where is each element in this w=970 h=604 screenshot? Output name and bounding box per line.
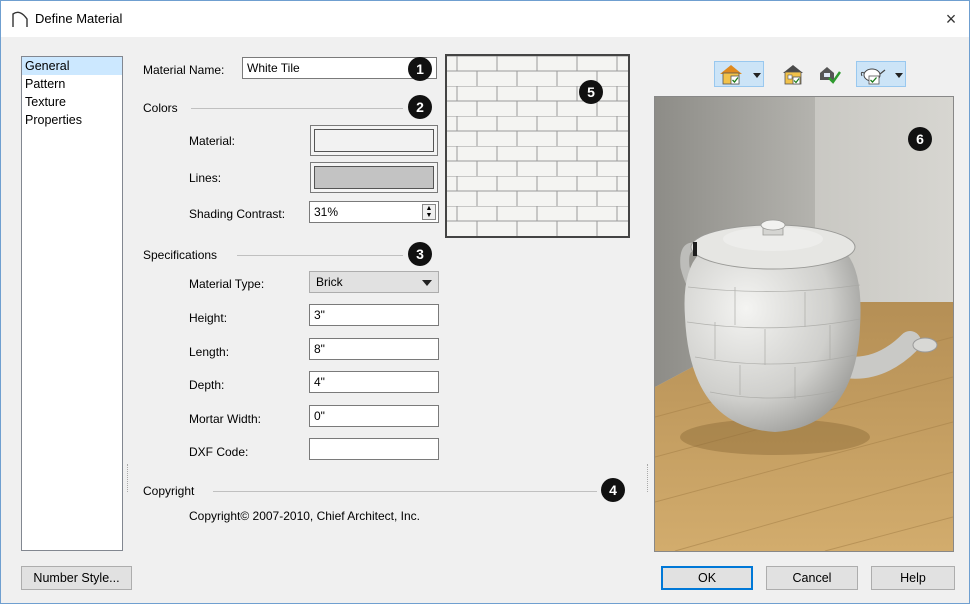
callout-4: 4 (601, 478, 625, 502)
dxf-code-input[interactable] (309, 438, 439, 460)
shading-contrast-label: Shading Contrast: (189, 207, 286, 221)
length-input[interactable]: 8" (309, 338, 439, 360)
close-icon[interactable]: × (939, 7, 963, 31)
callout-2: 2 (408, 95, 432, 119)
lines-color-fill (314, 166, 434, 189)
app-icon (12, 11, 28, 27)
define-material-dialog: Define Material × General Pattern Textur… (0, 0, 970, 604)
chevron-down-icon (895, 73, 903, 78)
lines-color-swatch[interactable] (310, 162, 438, 193)
elevation-view-icon (783, 65, 803, 85)
callout-5: 5 (579, 80, 603, 104)
callout-6: 6 (908, 127, 932, 151)
category-list[interactable]: General Pattern Texture Properties (21, 56, 123, 551)
elevation-view-button[interactable] (779, 61, 807, 87)
callout-3: 3 (408, 242, 432, 266)
shading-contrast-value: 31% (314, 205, 339, 219)
material-type-select[interactable]: Brick (309, 271, 439, 293)
nav-item-properties[interactable]: Properties (22, 111, 122, 129)
copyright-heading: Copyright (143, 484, 195, 498)
help-button[interactable]: Help (871, 566, 955, 590)
depth-label: Depth: (189, 378, 225, 392)
height-input[interactable]: 3" (309, 304, 439, 326)
colors-heading: Colors (143, 101, 178, 115)
teapot-object-icon (860, 68, 886, 85)
dxf-code-label: DXF Code: (189, 445, 249, 459)
material-type-value: Brick (316, 275, 343, 289)
height-label: Height: (189, 311, 228, 325)
length-label: Length: (189, 345, 230, 359)
teapot-render (655, 97, 953, 551)
chevron-down-icon (753, 73, 761, 78)
splitter-grip-right[interactable] (647, 464, 650, 492)
nav-item-texture[interactable]: Texture (22, 93, 122, 111)
mortar-width-input[interactable]: 0" (309, 405, 439, 427)
chevron-down-icon (422, 280, 432, 286)
object-preview-button[interactable] (856, 61, 906, 87)
lines-color-label: Lines: (189, 171, 222, 185)
specifications-separator (237, 255, 403, 256)
render-check-icon (820, 67, 841, 84)
number-style-button[interactable]: Number Style... (21, 566, 132, 590)
house-view-icon (720, 65, 742, 85)
depth-input[interactable]: 4" (309, 371, 439, 393)
shading-contrast-input[interactable]: 31% ▲ ▼ (309, 201, 439, 223)
material-3d-preview[interactable]: 6 (654, 96, 954, 552)
splitter-grip-left[interactable] (127, 464, 130, 492)
material-color-fill (314, 129, 434, 152)
material-color-swatch[interactable] (310, 125, 438, 156)
window-title: Define Material (35, 11, 123, 26)
material-name-label: Material Name: (143, 63, 225, 77)
nav-item-general[interactable]: General (22, 57, 122, 75)
cancel-button[interactable]: Cancel (766, 566, 858, 590)
brick-pattern (447, 56, 628, 236)
camera-view-button[interactable] (714, 61, 764, 87)
copyright-text: Copyright© 2007-2010, Chief Architect, I… (189, 509, 420, 523)
copyright-separator (213, 491, 597, 492)
render-check-button[interactable] (815, 61, 843, 87)
colors-separator (191, 108, 403, 109)
nav-item-pattern[interactable]: Pattern (22, 75, 122, 93)
mortar-width-label: Mortar Width: (189, 412, 262, 426)
ok-button[interactable]: OK (661, 566, 753, 590)
pattern-preview: 5 (445, 54, 630, 238)
material-color-label: Material: (189, 134, 236, 148)
callout-1: 1 (408, 57, 432, 81)
material-type-label: Material Type: (189, 277, 265, 291)
specifications-heading: Specifications (143, 248, 218, 262)
shading-spinner[interactable]: ▲ ▼ (422, 204, 436, 220)
title-bar: Define Material × (1, 1, 969, 37)
